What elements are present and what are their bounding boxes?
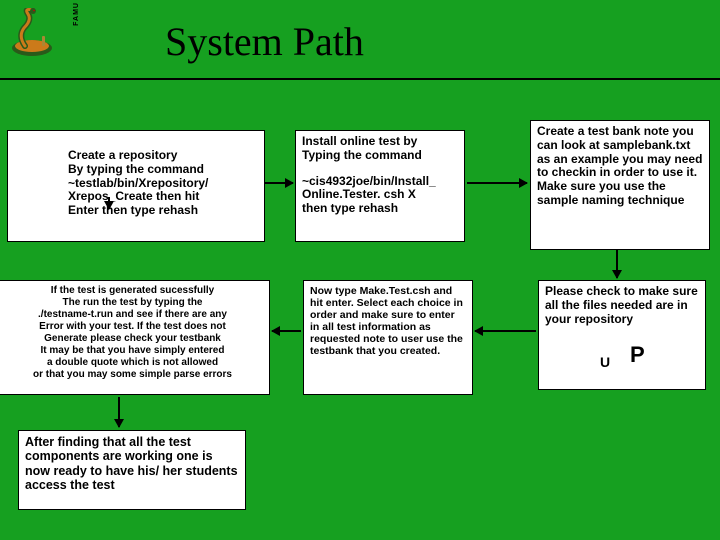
step-check-files: Please check to make sure all the files … xyxy=(538,280,706,390)
step-run-test-check-errors: If the test is generated sucessfully The… xyxy=(0,280,270,395)
arrow-icon xyxy=(467,182,527,184)
rattlesnake-icon xyxy=(10,8,55,58)
step-create-repository: Create a repository By typing the comman… xyxy=(7,130,265,242)
title-divider xyxy=(0,78,720,80)
step-create-testbank: Create a test bank note you can look at … xyxy=(530,120,710,250)
step-make-test: Now type Make.Test.csh and hit enter. Se… xyxy=(303,280,473,395)
arrow-icon xyxy=(118,397,120,427)
letter-p: P xyxy=(630,342,645,368)
install-cmd-body: ~cis4932joe/bin/Install_ Online.Tester. … xyxy=(302,175,458,216)
step-ready-for-students: After finding that all the test componen… xyxy=(18,430,246,510)
arrow-icon xyxy=(616,250,618,278)
arrow-icon xyxy=(265,182,293,184)
arrow-icon xyxy=(272,330,301,332)
arrow-icon xyxy=(108,197,110,209)
arrow-icon xyxy=(475,330,536,332)
page-title: System Path xyxy=(165,18,364,65)
step-install-online-test: Install online test by Typing the comman… xyxy=(295,130,465,242)
logo: FAMU xyxy=(10,0,80,65)
letter-u: U xyxy=(600,354,610,370)
logo-text: FAMU xyxy=(73,2,80,26)
install-cmd-intro: Install online test by Typing the comman… xyxy=(302,135,458,163)
